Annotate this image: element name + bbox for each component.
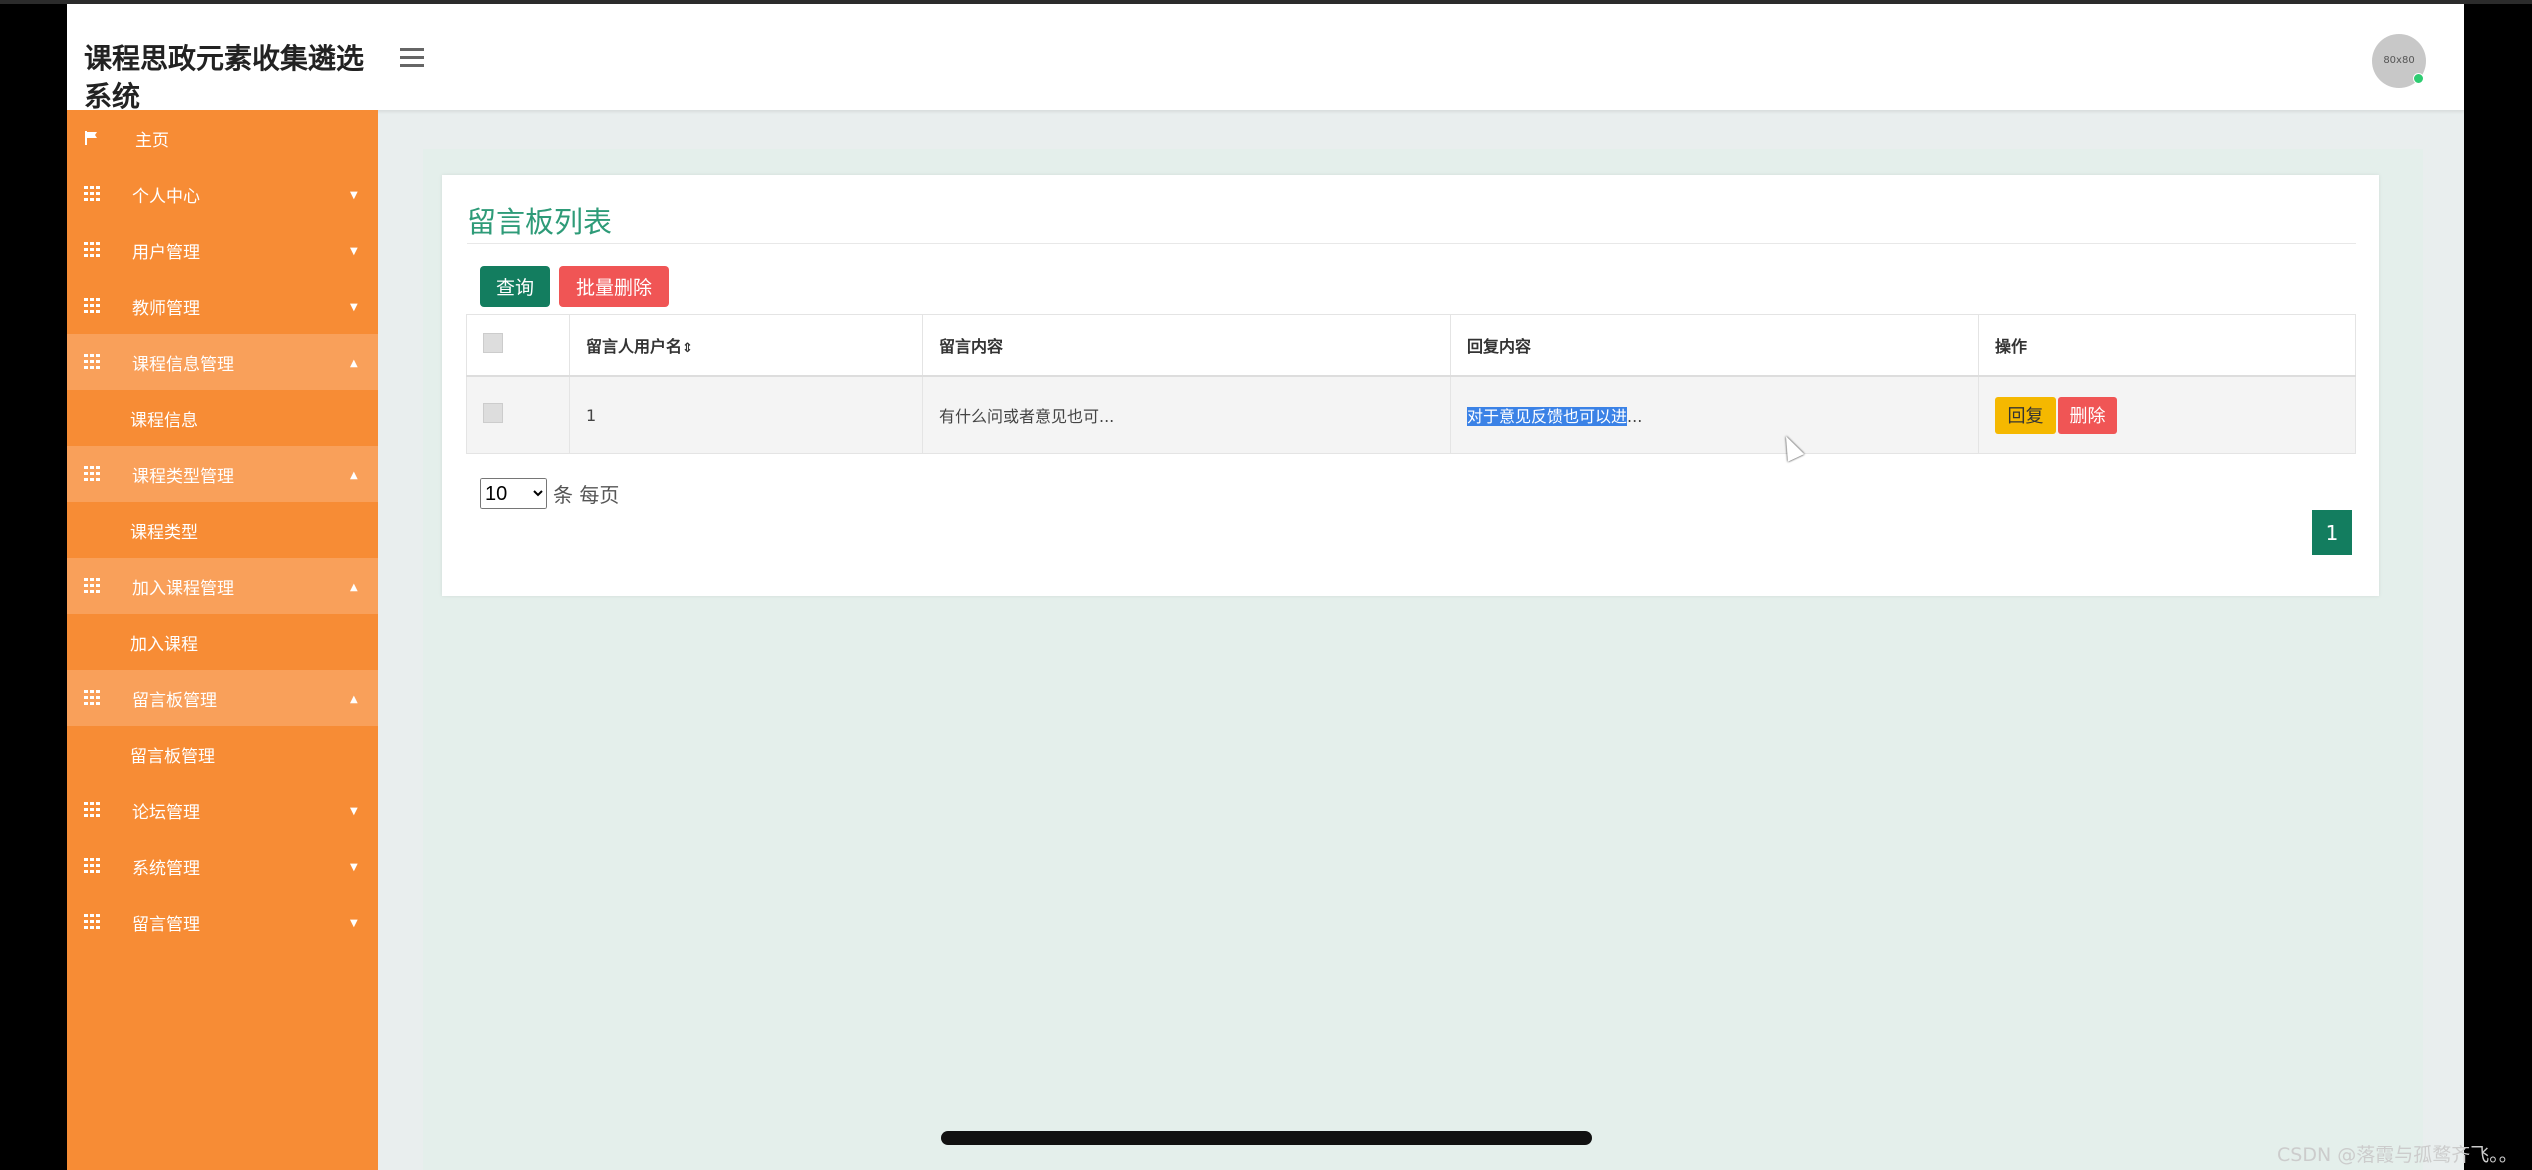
sidebar-subitem-label: 加入课程	[130, 634, 198, 655]
column-header-username[interactable]: 留言人用户名⇕	[569, 314, 923, 377]
grid-icon	[84, 354, 100, 370]
sort-icon[interactable]: ⇕	[682, 341, 693, 356]
sidebar-subitem-course-type[interactable]: 课程类型	[67, 502, 378, 558]
sidebar-item-teacher-management[interactable]: 教师管理 ▼	[67, 278, 378, 334]
table-row: 1 有什么问或者意见也可... 对于意见反馈也可以进... 回复 删除	[466, 375, 2356, 454]
cell-message: 有什么问或者意见也可...	[922, 375, 1451, 454]
sidebar-item-label: 留言管理	[132, 914, 200, 935]
online-status-dot	[2413, 73, 2424, 84]
avatar[interactable]: 80x80	[2372, 34, 2426, 88]
sidebar-subitem-join-course[interactable]: 加入课程	[67, 614, 378, 670]
sidebar-item-label: 课程信息管理	[132, 354, 234, 375]
page-title: 留言板列表	[467, 205, 613, 239]
sidebar-subitem-message-board[interactable]: 留言板管理	[67, 726, 378, 782]
grid-icon	[84, 578, 100, 594]
sidebar-item-personal-center[interactable]: 个人中心 ▼	[67, 166, 378, 222]
page-size-control: 10 条 每页	[480, 478, 619, 509]
sidebar-item-label: 加入课程管理	[132, 578, 234, 599]
sidebar-item-label: 课程类型管理	[132, 466, 234, 487]
per-page-label: 条 每页	[553, 483, 620, 507]
column-header-message: 留言内容	[922, 314, 1451, 377]
grid-icon	[84, 298, 100, 314]
caret-down-icon: ▼	[350, 302, 358, 313]
sidebar-subitem-label: 课程信息	[130, 410, 198, 431]
sidebar-item-comment-management[interactable]: 留言管理 ▼	[67, 894, 378, 950]
sidebar-subitem-label: 课程类型	[130, 522, 198, 543]
reply-ellipsis: ...	[1627, 407, 1643, 426]
caret-down-icon: ▼	[350, 190, 358, 201]
caret-up-icon: ▲	[350, 358, 358, 369]
divider	[467, 243, 2356, 244]
cell-username: 1	[569, 375, 923, 454]
caret-down-icon: ▼	[350, 806, 358, 817]
batch-delete-button[interactable]: 批量删除	[559, 266, 669, 307]
column-header-reply: 回复内容	[1450, 314, 1979, 377]
delete-button[interactable]: 删除	[2058, 396, 2117, 434]
menu-toggle-icon[interactable]	[400, 48, 424, 68]
grid-icon	[84, 690, 100, 706]
message-table: 留言人用户名⇕ 留言内容 回复内容 操作 1 有什么问或者意见也可... 对于意…	[466, 314, 2356, 454]
caret-up-icon: ▲	[350, 470, 358, 481]
sidebar-item-system-management[interactable]: 系统管理 ▼	[67, 838, 378, 894]
sidebar-item-label: 用户管理	[132, 242, 200, 263]
page-size-select[interactable]: 10	[480, 478, 547, 509]
caret-up-icon: ▲	[350, 582, 358, 593]
caret-down-icon: ▼	[350, 918, 358, 929]
page-button-1[interactable]: 1	[2312, 510, 2352, 555]
caret-down-icon: ▼	[350, 246, 358, 257]
app-window: 课程思政元素收集遴选系统 80x80 主页 个人中心 ▼ 用户管理 ▼ 教师管理…	[67, 4, 2464, 1170]
sidebar-item-label: 留言板管理	[132, 690, 217, 711]
sidebar-item-user-management[interactable]: 用户管理 ▼	[67, 222, 378, 278]
query-button[interactable]: 查询	[480, 266, 550, 307]
app-title: 课程思政元素收集遴选系统	[84, 42, 365, 113]
flag-icon	[85, 131, 97, 145]
sidebar-item-label: 教师管理	[132, 298, 200, 319]
row-checkbox[interactable]	[483, 403, 503, 423]
watermark: CSDN @落霞与孤鹜齐飞。。	[2277, 1144, 2518, 1166]
grid-icon	[84, 242, 100, 258]
column-header-actions: 操作	[1978, 314, 2356, 377]
sidebar-item-message-board-management[interactable]: 留言板管理 ▲	[67, 670, 378, 726]
cell-reply: 对于意见反馈也可以进...	[1450, 375, 1979, 454]
cell-actions: 回复 删除	[1978, 375, 2356, 454]
selected-text: 对于意见反馈也可以进	[1467, 407, 1628, 426]
top-header: 课程思政元素收集遴选系统 80x80	[67, 4, 2464, 113]
sidebar-item-join-course-management[interactable]: 加入课程管理 ▲	[67, 558, 378, 614]
grid-icon	[84, 186, 100, 202]
caret-up-icon: ▲	[350, 694, 358, 705]
grid-icon	[84, 858, 100, 874]
message-board-panel: 留言板列表 查询 批量删除 留言人用户名⇕ 留言内容 回复内容 操作 1 有什么…	[442, 175, 2379, 596]
caret-down-icon: ▼	[350, 862, 358, 873]
sidebar-item-forum-management[interactable]: 论坛管理 ▼	[67, 782, 378, 838]
sidebar-item-course-info-management[interactable]: 课程信息管理 ▲	[67, 334, 378, 390]
select-all-checkbox[interactable]	[483, 333, 503, 353]
home-indicator[interactable]	[941, 1131, 1592, 1145]
reply-button[interactable]: 回复	[1995, 396, 2056, 434]
grid-icon	[84, 914, 100, 930]
sidebar: 主页 个人中心 ▼ 用户管理 ▼ 教师管理 ▼ 课程信息管理 ▲ 课程信息 课程…	[67, 110, 378, 1170]
sidebar-subitem-course-info[interactable]: 课程信息	[67, 390, 378, 446]
sidebar-subitem-label: 留言板管理	[130, 746, 215, 767]
sidebar-item-label: 论坛管理	[132, 802, 200, 823]
grid-icon	[84, 466, 100, 482]
sidebar-item-label: 个人中心	[132, 186, 200, 207]
sidebar-item-label: 主页	[135, 130, 169, 151]
sidebar-item-home[interactable]: 主页	[67, 110, 378, 166]
table-header-row: 留言人用户名⇕ 留言内容 回复内容 操作	[466, 314, 2356, 377]
grid-icon	[84, 802, 100, 818]
sidebar-item-course-type-management[interactable]: 课程类型管理 ▲	[67, 446, 378, 502]
sidebar-item-label: 系统管理	[132, 858, 200, 879]
avatar-placeholder-text: 80x80	[2383, 55, 2415, 66]
